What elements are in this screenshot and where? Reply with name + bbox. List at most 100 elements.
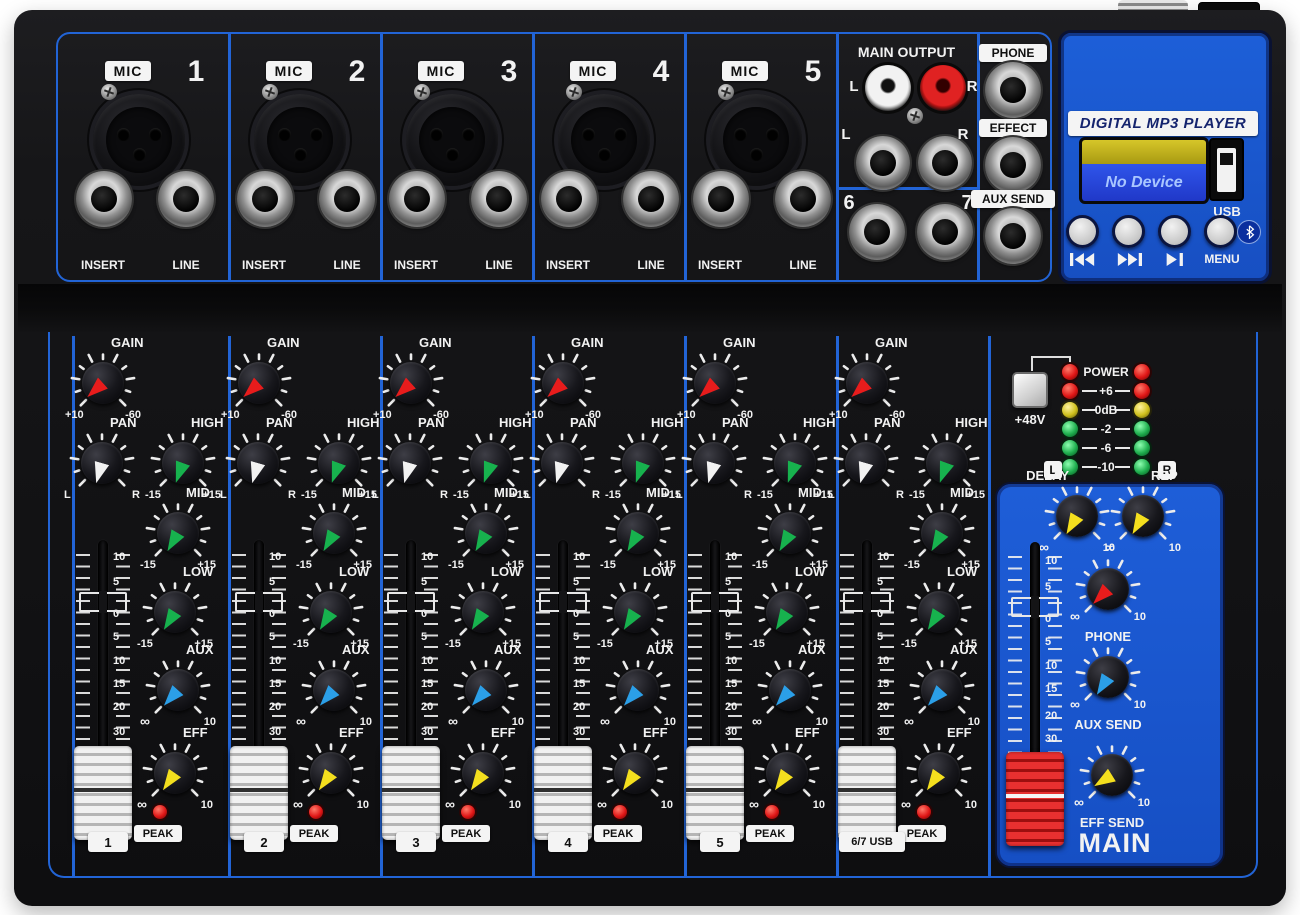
channel-6-fader-cap[interactable] [838, 746, 896, 840]
knob-low-name: LOW [491, 564, 522, 579]
mp3-button-play-pause[interactable] [1158, 215, 1191, 248]
knob-eff[interactable]: EFF ∞ 10 [747, 725, 827, 823]
channel-5-fader-scale: 30 [725, 726, 738, 738]
knob-eff[interactable]: EFF ∞ 10 [135, 725, 215, 823]
knob-eff_send[interactable]: EFF SEND ∞ 10 [1072, 727, 1152, 830]
channel-1-fader-scale: 5 [113, 576, 120, 588]
knob-phone[interactable]: PHONE ∞ 10 [1068, 541, 1148, 644]
mic-label: MIC [730, 63, 760, 79]
knob-eff[interactable]: EFF ∞ 10 [595, 725, 675, 823]
knob-low-body [766, 591, 808, 633]
knob-mid-body [465, 512, 507, 554]
rca-right-label: R [966, 78, 978, 95]
channel-number-plate: 1 [88, 832, 128, 852]
channel-4-fader-cap[interactable] [534, 746, 592, 840]
insert-label: INSERT [393, 258, 438, 272]
knob-eff-name: EFF [339, 725, 364, 740]
trs-right-label: R [957, 126, 969, 143]
channel-3-fader-scale: 5 [421, 631, 428, 643]
main-fader-scale: 30 [1045, 733, 1058, 745]
mic-label-plate: MIC [266, 61, 312, 81]
peak-led [153, 805, 167, 819]
knob-phone-min: ∞ [1070, 608, 1080, 624]
channel-3-fader-scale: 30 [421, 726, 434, 738]
knob-eff-name: EFF [491, 725, 516, 740]
insert-label: INSERT [697, 258, 742, 272]
channel-6-fader-scale: 15 [877, 678, 890, 690]
mic-channel-number: 1 [187, 55, 205, 88]
knob-eff[interactable]: EFF ∞ 10 [291, 725, 371, 823]
knob-eff[interactable]: EFF ∞ 10 [443, 725, 523, 823]
knob-gain-body [846, 362, 888, 404]
knob-low-body [918, 591, 960, 633]
main-output-rca-right-jack [920, 65, 966, 111]
knob-high-body [774, 442, 816, 484]
knob-aux_send[interactable]: AUX SEND ∞ 10 [1068, 629, 1148, 732]
knob-gain-body [390, 362, 432, 404]
knob-pan[interactable]: PAN L R [522, 415, 602, 513]
knob-eff-min: ∞ [293, 796, 303, 812]
line-jack [775, 171, 831, 227]
knob-pan[interactable]: PAN L R [674, 415, 754, 513]
mic-label-plate: MIC [570, 61, 616, 81]
knob-aux-body [921, 669, 963, 711]
trs-left-label: L [841, 126, 851, 143]
knob-mid-name: MID [950, 485, 974, 500]
knob-aux-name: AUX [950, 642, 978, 657]
channel-number-plate: 2 [244, 832, 284, 852]
knob-pan[interactable]: PAN L R [218, 415, 298, 513]
channel-divider [228, 34, 231, 280]
mic-channel-number: 2 [348, 55, 366, 88]
knob-aux_send-max: 10 [1133, 699, 1146, 711]
mic-channel-number: 3 [500, 55, 518, 88]
knob-eff_send-body [1091, 754, 1133, 796]
channel-2-fader-scale: 10 [269, 655, 282, 667]
mp3-button-menu[interactable] [1204, 215, 1237, 248]
knob-eff-min: ∞ [749, 796, 759, 812]
next-icon [1116, 252, 1142, 266]
knob-pan[interactable]: PAN L R [62, 415, 142, 513]
phantom-power-button[interactable] [1012, 372, 1048, 408]
channel-6-fader-scale: 10 [877, 655, 890, 667]
knob-pan[interactable]: PAN L R [370, 415, 450, 513]
knob-pan[interactable]: PAN L R [826, 415, 906, 513]
knob-eff[interactable]: EFF ∞ 10 [899, 725, 979, 823]
knob-eff-min: ∞ [445, 796, 455, 812]
channel-5-fader-zero-mark [691, 592, 739, 612]
knob-pan-name: PAN [722, 415, 749, 430]
knob-eff-min: ∞ [137, 796, 147, 812]
knob-pan-min: L [220, 489, 227, 501]
usb-port[interactable] [1209, 138, 1244, 201]
xlr-screw-top [101, 84, 117, 100]
channel-divider [380, 34, 383, 280]
line-jack [319, 171, 375, 227]
knob-pan-min: L [372, 489, 379, 501]
channel-5-fader-cap[interactable] [686, 746, 744, 840]
channel-1-fader-cap[interactable] [74, 746, 132, 840]
mp3-button-next[interactable] [1112, 215, 1145, 248]
knob-rep-body [1122, 495, 1164, 537]
knob-aux-body [465, 669, 507, 711]
knob-mid-body [617, 512, 659, 554]
mp3-button-previous[interactable] [1066, 215, 1099, 248]
phone-jack [985, 62, 1041, 118]
line-label: LINE [333, 258, 361, 272]
channel-divider [684, 34, 687, 280]
channel-3-fader-cap[interactable] [382, 746, 440, 840]
knob-low-name: LOW [795, 564, 826, 579]
channel-2-fader-cap[interactable] [230, 746, 288, 840]
channel-4-fader: 10505101520304060∞ [531, 540, 595, 852]
knob-eff-body [614, 752, 656, 794]
knob-eff-body [462, 752, 504, 794]
knob-pan-body [693, 442, 735, 484]
knob-eff-body [918, 752, 960, 794]
channel-3-fader-scale: 20 [421, 701, 434, 713]
knob-eff_send-min: ∞ [1074, 794, 1084, 810]
channel-5-fader-scale: 15 [725, 678, 738, 690]
channel-4-fader-zero-mark [539, 592, 587, 612]
knob-rep-max: 10 [1168, 542, 1181, 554]
xlr-screw-top [414, 84, 430, 100]
channel-4-fader-scale: 15 [573, 678, 586, 690]
meter-led-right--2 [1134, 421, 1150, 437]
knob-mid-name: MID [494, 485, 518, 500]
